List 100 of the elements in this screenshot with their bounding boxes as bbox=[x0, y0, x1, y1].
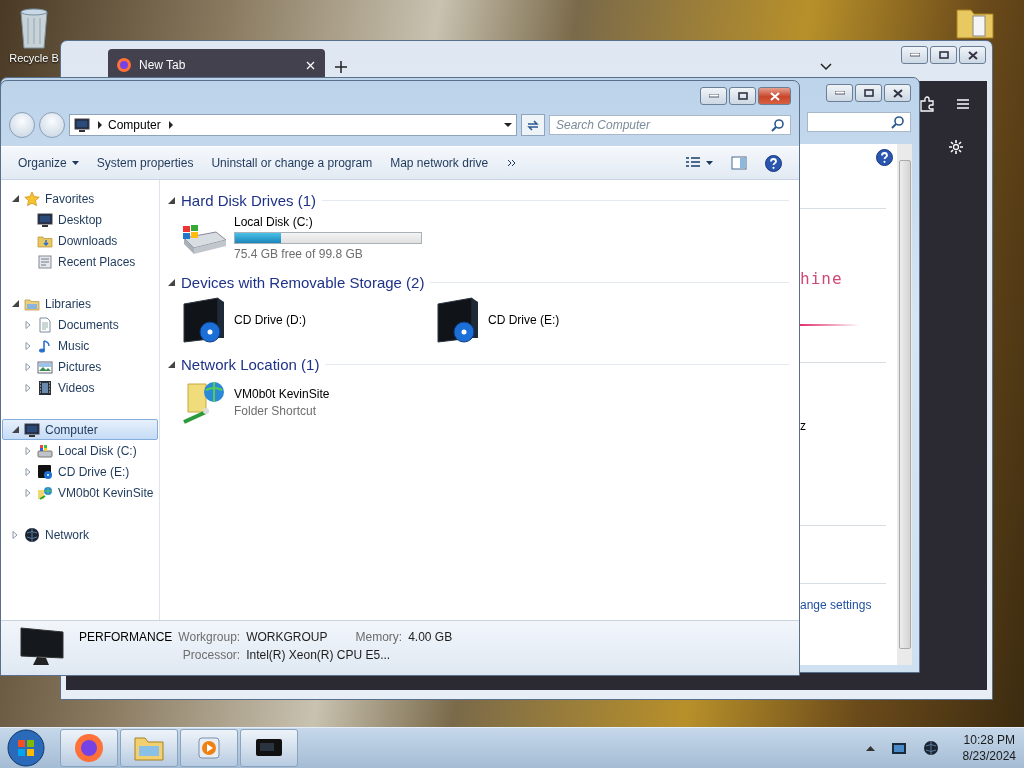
search-field[interactable] bbox=[807, 112, 911, 132]
expanded-arrow-icon bbox=[11, 300, 19, 307]
tree-item[interactable]: VM0b0t KevinSite bbox=[2, 482, 158, 503]
cd-drive-icon bbox=[37, 463, 53, 480]
field-value: 4.00 GB bbox=[408, 630, 453, 644]
address-bar[interactable]: Computer bbox=[69, 114, 517, 136]
command-button[interactable]: Uninstall or change a program bbox=[204, 152, 380, 174]
collapsed-arrow-icon bbox=[12, 530, 18, 539]
taskbar-browser-button[interactable] bbox=[60, 729, 118, 767]
item-name: CD Drive (E:) bbox=[488, 313, 560, 327]
tree-item[interactable]: Libraries bbox=[2, 293, 158, 314]
show-hidden-icons-button[interactable] bbox=[863, 743, 877, 753]
close-button[interactable] bbox=[758, 87, 791, 105]
globe-icon bbox=[922, 740, 939, 756]
breadcrumb-arrow-icon bbox=[166, 121, 173, 129]
tree-item[interactable]: Local Disk (C:) bbox=[2, 440, 158, 461]
collapsed-arrow-icon bbox=[25, 488, 31, 497]
puzzle-icon bbox=[919, 96, 935, 112]
play-icon bbox=[196, 735, 222, 761]
start-button[interactable] bbox=[6, 728, 46, 768]
maximize-button[interactable] bbox=[930, 46, 957, 64]
settings-icon bbox=[948, 139, 964, 155]
extensions-button[interactable] bbox=[917, 94, 937, 114]
tree-item[interactable]: Pictures bbox=[2, 356, 158, 377]
document-icon bbox=[37, 316, 53, 333]
breadcrumb[interactable]: Computer bbox=[108, 118, 161, 132]
double-chevron-icon bbox=[507, 159, 517, 167]
expanded-arrow-icon bbox=[168, 360, 175, 368]
tree-item[interactable]: Documents bbox=[2, 314, 158, 335]
monitor-icon bbox=[890, 741, 907, 755]
network-folder-icon bbox=[37, 484, 53, 501]
caret-icon bbox=[706, 159, 713, 167]
expanded-arrow-icon bbox=[168, 278, 175, 286]
close-icon bbox=[769, 91, 780, 101]
drive-tile[interactable]: VM0b0t KevinSite Folder Shortcut bbox=[180, 378, 434, 426]
monitor-icon bbox=[37, 211, 53, 228]
tree-item[interactable]: Network bbox=[2, 524, 158, 545]
close-icon bbox=[967, 50, 978, 60]
group-heading[interactable]: Hard Disk Drives (1) bbox=[181, 191, 316, 209]
close-button[interactable] bbox=[884, 84, 911, 102]
maximize-icon bbox=[737, 92, 748, 100]
drive-tile[interactable]: Local Disk (C:) 75.4 GB free of 99.8 GB bbox=[180, 214, 434, 262]
search-icon bbox=[771, 118, 784, 132]
maximize-icon bbox=[938, 51, 949, 59]
new-tab-button[interactable] bbox=[333, 59, 349, 75]
browser-logo-icon bbox=[74, 733, 104, 763]
scrollbar[interactable] bbox=[897, 144, 912, 665]
minimize-button[interactable] bbox=[826, 84, 853, 102]
minimize-button[interactable] bbox=[700, 87, 727, 105]
drive-tile[interactable]: CD Drive (D:) bbox=[180, 296, 434, 344]
clock[interactable]: 10:28 PM 8/23/2024 bbox=[962, 733, 1016, 763]
command-button[interactable]: Map network drive bbox=[383, 152, 496, 174]
tree-item[interactable]: Downloads bbox=[2, 230, 158, 251]
command-button[interactable]: System properties bbox=[89, 152, 201, 174]
desktop-icon-label[interactable]: Recycle B bbox=[9, 52, 59, 64]
command-button[interactable]: Organize bbox=[11, 152, 86, 174]
monitor-icon bbox=[255, 737, 283, 759]
tree-item[interactable]: Music bbox=[2, 335, 158, 356]
value-text: z bbox=[800, 419, 807, 433]
browser-logo-icon bbox=[116, 57, 132, 73]
caret-icon bbox=[71, 159, 79, 167]
item-name: Local Disk (C:) bbox=[234, 215, 314, 229]
minimize-icon bbox=[708, 94, 719, 98]
collapsed-arrow-icon bbox=[25, 320, 31, 329]
music-note-icon bbox=[37, 337, 53, 354]
tree-item[interactable]: Favorites bbox=[2, 188, 158, 209]
minimize-button[interactable] bbox=[901, 46, 928, 64]
heading-text: hine bbox=[800, 269, 844, 288]
group-heading[interactable]: Devices with Removable Storage (2) bbox=[181, 273, 425, 291]
dropdown-arrow-icon bbox=[504, 121, 512, 129]
scrollbar-thumb[interactable] bbox=[898, 160, 911, 649]
group-heading[interactable]: Network Location (1) bbox=[181, 355, 320, 373]
search-field[interactable]: Search Computer bbox=[549, 115, 791, 135]
tree-item[interactable]: Desktop bbox=[2, 209, 158, 230]
selected-tree-item[interactable]: Computer bbox=[2, 419, 158, 440]
monitor-icon bbox=[24, 421, 40, 438]
help-icon bbox=[765, 154, 782, 172]
taskbar-window-button[interactable] bbox=[240, 729, 298, 767]
collapsed-arrow-icon bbox=[25, 446, 31, 455]
list-tabs-button[interactable] bbox=[818, 61, 834, 73]
maximize-button[interactable] bbox=[855, 84, 882, 102]
drive-icon bbox=[37, 442, 53, 459]
item-detail: Folder Shortcut bbox=[234, 403, 318, 418]
settings-link[interactable]: ange settings bbox=[800, 598, 897, 612]
tree-item[interactable]: CD Drive (E:) bbox=[2, 461, 158, 482]
field-value: Intel(R) Xeon(R) CPU E5... bbox=[246, 648, 392, 662]
field-label: Memory: bbox=[354, 630, 403, 644]
film-icon bbox=[37, 379, 53, 396]
field-value: WORKGROUP bbox=[246, 630, 329, 644]
tree-item[interactable]: Videos bbox=[2, 377, 158, 398]
maximize-icon bbox=[863, 89, 874, 97]
refresh-button[interactable] bbox=[521, 114, 545, 136]
recycle-bin-icon bbox=[17, 6, 51, 50]
drive-tile[interactable]: CD Drive (E:) bbox=[434, 296, 688, 344]
maximize-button[interactable] bbox=[729, 87, 756, 105]
close-button[interactable] bbox=[959, 46, 986, 64]
settings-button[interactable] bbox=[946, 137, 966, 157]
expanded-arrow-icon bbox=[11, 426, 19, 433]
picture-icon bbox=[37, 358, 53, 375]
tree-item[interactable]: Recent Places bbox=[2, 251, 158, 272]
